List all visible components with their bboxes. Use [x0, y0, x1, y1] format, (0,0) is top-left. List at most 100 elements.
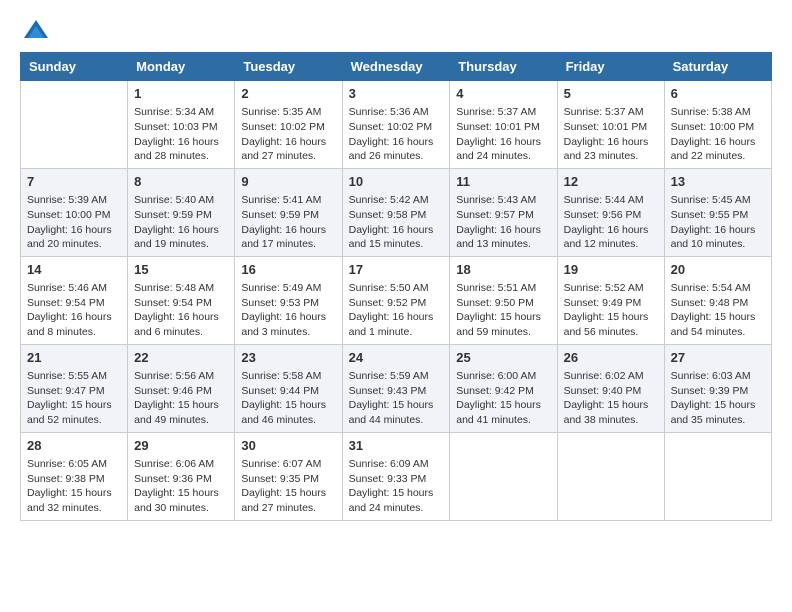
calendar-cell: 1Sunrise: 5:34 AMSunset: 10:03 PMDayligh… [128, 81, 235, 169]
day-info-line: Sunset: 9:43 PM [349, 384, 444, 399]
day-info-line: and 19 minutes. [134, 237, 228, 252]
day-info-line: Sunset: 9:50 PM [456, 296, 550, 311]
calendar-cell: 5Sunrise: 5:37 AMSunset: 10:01 PMDayligh… [557, 81, 664, 169]
day-info-line: Sunset: 9:36 PM [134, 472, 228, 487]
day-info-line: Sunset: 10:02 PM [241, 120, 335, 135]
day-number: 22 [134, 349, 228, 367]
day-info-line: Daylight: 16 hours [241, 135, 335, 150]
day-info-line: and 32 minutes. [27, 501, 121, 516]
day-number: 18 [456, 261, 550, 279]
week-row-3: 14Sunrise: 5:46 AMSunset: 9:54 PMDayligh… [21, 256, 772, 344]
day-info-line: and 28 minutes. [134, 149, 228, 164]
day-info-line: and 8 minutes. [27, 325, 121, 340]
day-info-line: Sunrise: 5:40 AM [134, 193, 228, 208]
calendar-cell [557, 432, 664, 520]
calendar-cell: 17Sunrise: 5:50 AMSunset: 9:52 PMDayligh… [342, 256, 450, 344]
day-info-line: Sunrise: 5:39 AM [27, 193, 121, 208]
day-info-line: Sunrise: 5:34 AM [134, 105, 228, 120]
day-info-line: Sunrise: 5:49 AM [241, 281, 335, 296]
day-info-line: Sunrise: 5:55 AM [27, 369, 121, 384]
day-info-line: and 20 minutes. [27, 237, 121, 252]
day-info-line: and 26 minutes. [349, 149, 444, 164]
week-row-5: 28Sunrise: 6:05 AMSunset: 9:38 PMDayligh… [21, 432, 772, 520]
day-info-line: Sunrise: 5:48 AM [134, 281, 228, 296]
weekday-header-friday: Friday [557, 53, 664, 81]
calendar-cell: 9Sunrise: 5:41 AMSunset: 9:59 PMDaylight… [235, 168, 342, 256]
weekday-header-monday: Monday [128, 53, 235, 81]
day-info-line: Sunrise: 5:56 AM [134, 369, 228, 384]
day-number: 7 [27, 173, 121, 191]
day-info-line: Sunset: 9:44 PM [241, 384, 335, 399]
day-info-line: Sunset: 10:00 PM [27, 208, 121, 223]
day-info-line: Sunset: 10:03 PM [134, 120, 228, 135]
day-info-line: Sunset: 9:57 PM [456, 208, 550, 223]
weekday-header-saturday: Saturday [664, 53, 771, 81]
day-info-line: Sunset: 10:00 PM [671, 120, 765, 135]
day-info-line: Daylight: 16 hours [241, 310, 335, 325]
day-info-line: Sunset: 9:46 PM [134, 384, 228, 399]
day-info-line: Daylight: 16 hours [241, 223, 335, 238]
day-info-line: Daylight: 16 hours [349, 310, 444, 325]
day-info-line: Sunset: 9:56 PM [564, 208, 658, 223]
day-info-line: and 44 minutes. [349, 413, 444, 428]
weekday-header-thursday: Thursday [450, 53, 557, 81]
day-info-line: Sunset: 9:38 PM [27, 472, 121, 487]
day-number: 24 [349, 349, 444, 367]
day-info-line: Sunrise: 5:36 AM [349, 105, 444, 120]
day-info-line: Sunset: 9:59 PM [134, 208, 228, 223]
day-info-line: and 10 minutes. [671, 237, 765, 252]
calendar-cell: 13Sunrise: 5:45 AMSunset: 9:55 PMDayligh… [664, 168, 771, 256]
day-info-line: Sunset: 9:35 PM [241, 472, 335, 487]
day-info-line: Sunrise: 5:50 AM [349, 281, 444, 296]
day-info-line: Daylight: 16 hours [456, 135, 550, 150]
day-info-line: Daylight: 15 hours [564, 398, 658, 413]
calendar-cell: 21Sunrise: 5:55 AMSunset: 9:47 PMDayligh… [21, 344, 128, 432]
calendar-cell: 29Sunrise: 6:06 AMSunset: 9:36 PMDayligh… [128, 432, 235, 520]
page: SundayMondayTuesdayWednesdayThursdayFrid… [0, 0, 792, 612]
day-number: 12 [564, 173, 658, 191]
day-info-line: Daylight: 16 hours [671, 223, 765, 238]
calendar-cell: 22Sunrise: 5:56 AMSunset: 9:46 PMDayligh… [128, 344, 235, 432]
day-number: 19 [564, 261, 658, 279]
day-info-line: Daylight: 15 hours [27, 486, 121, 501]
day-number: 30 [241, 437, 335, 455]
logo-icon [22, 16, 50, 44]
day-info-line: and 24 minutes. [456, 149, 550, 164]
day-info-line: Daylight: 16 hours [564, 135, 658, 150]
calendar-cell: 3Sunrise: 5:36 AMSunset: 10:02 PMDayligh… [342, 81, 450, 169]
day-info-line: and 56 minutes. [564, 325, 658, 340]
day-number: 8 [134, 173, 228, 191]
day-number: 6 [671, 85, 765, 103]
day-info-line: Daylight: 15 hours [349, 486, 444, 501]
calendar-cell: 16Sunrise: 5:49 AMSunset: 9:53 PMDayligh… [235, 256, 342, 344]
day-number: 9 [241, 173, 335, 191]
calendar-cell: 28Sunrise: 6:05 AMSunset: 9:38 PMDayligh… [21, 432, 128, 520]
day-number: 28 [27, 437, 121, 455]
day-info-line: and 3 minutes. [241, 325, 335, 340]
day-info-line: and 1 minute. [349, 325, 444, 340]
day-info-line: Sunset: 9:40 PM [564, 384, 658, 399]
day-info-line: Daylight: 16 hours [671, 135, 765, 150]
calendar-cell: 8 Sunrise: 5:40 AMSunset: 9:59 PMDaylight… [128, 168, 235, 256]
calendar-cell [664, 432, 771, 520]
day-info-line: Daylight: 15 hours [241, 486, 335, 501]
calendar-cell: 6Sunrise: 5:38 AMSunset: 10:00 PMDayligh… [664, 81, 771, 169]
day-info-line: Sunset: 10:01 PM [456, 120, 550, 135]
day-info-line: Sunrise: 6:03 AM [671, 369, 765, 384]
day-info-line: Sunset: 9:54 PM [27, 296, 121, 311]
calendar-cell: 15Sunrise: 5:48 AMSunset: 9:54 PMDayligh… [128, 256, 235, 344]
day-info-line: Daylight: 15 hours [134, 486, 228, 501]
day-info-line: Sunset: 9:55 PM [671, 208, 765, 223]
day-info-line: Sunset: 10:01 PM [564, 120, 658, 135]
day-number: 1 [134, 85, 228, 103]
day-number: 16 [241, 261, 335, 279]
day-info-line: and 15 minutes. [349, 237, 444, 252]
day-info-line: Sunrise: 5:54 AM [671, 281, 765, 296]
day-info-line: Sunrise: 5:51 AM [456, 281, 550, 296]
day-number: 2 [241, 85, 335, 103]
day-info-line: Daylight: 15 hours [671, 398, 765, 413]
day-info-line: Daylight: 15 hours [671, 310, 765, 325]
day-number: 11 [456, 173, 550, 191]
day-info-line: and 27 minutes. [241, 501, 335, 516]
day-info-line: Daylight: 16 hours [134, 223, 228, 238]
